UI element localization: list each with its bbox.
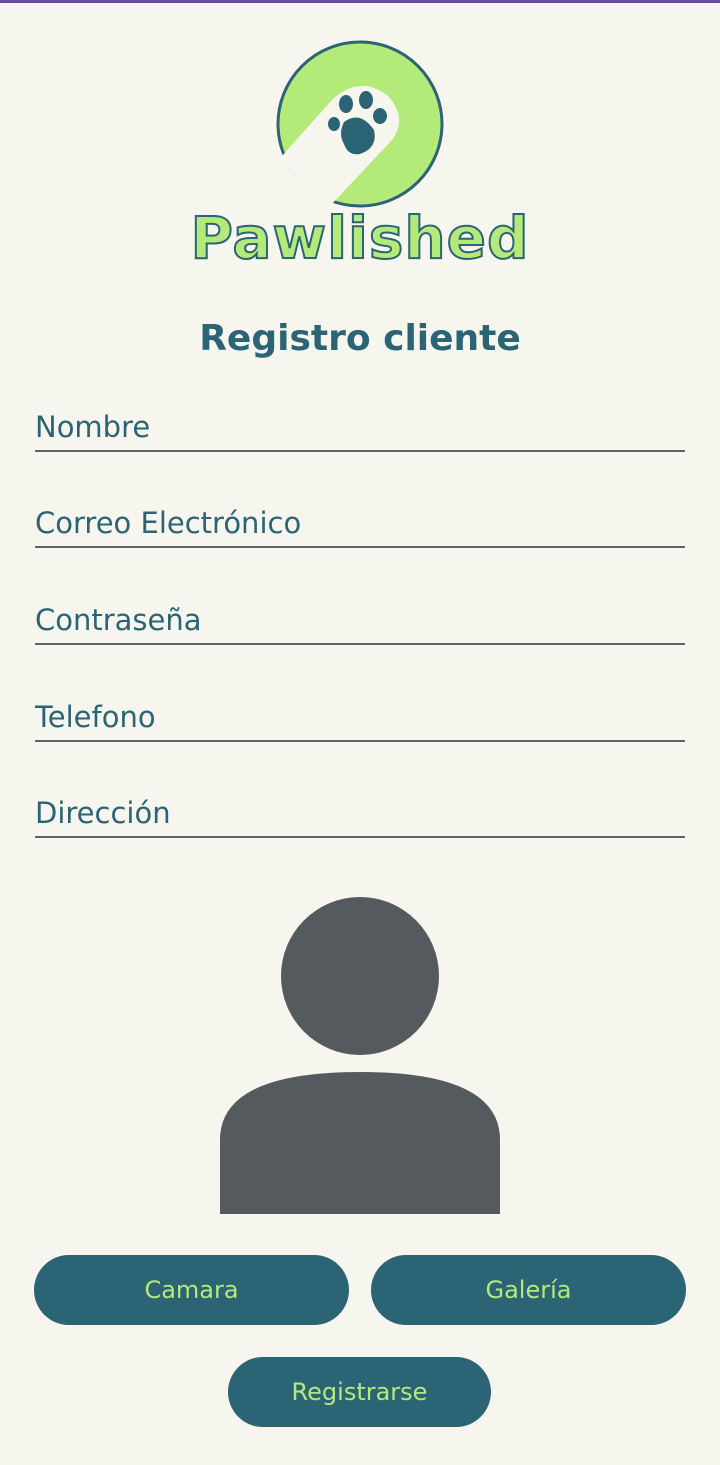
status-bar-accent: [0, 0, 720, 3]
email-field: [35, 500, 685, 548]
register-button[interactable]: Registrarse: [228, 1357, 491, 1427]
phone-field: [35, 694, 685, 742]
app-logo: Pawlished: [0, 36, 720, 276]
address-input[interactable]: [35, 796, 685, 830]
password-input[interactable]: [35, 603, 685, 637]
email-input[interactable]: [35, 506, 685, 540]
page-title: Registro cliente: [199, 318, 521, 359]
gallery-button[interactable]: Galería: [371, 1255, 686, 1325]
paw-logo-icon: [276, 40, 444, 208]
phone-input[interactable]: [35, 700, 685, 734]
brand-name: Pawlished: [189, 203, 530, 273]
person-placeholder-icon[interactable]: [220, 896, 500, 1214]
name-field: [35, 404, 685, 452]
address-field: [35, 790, 685, 838]
password-field: [35, 597, 685, 645]
camera-button[interactable]: Camara: [34, 1255, 349, 1325]
name-input[interactable]: [35, 410, 685, 444]
